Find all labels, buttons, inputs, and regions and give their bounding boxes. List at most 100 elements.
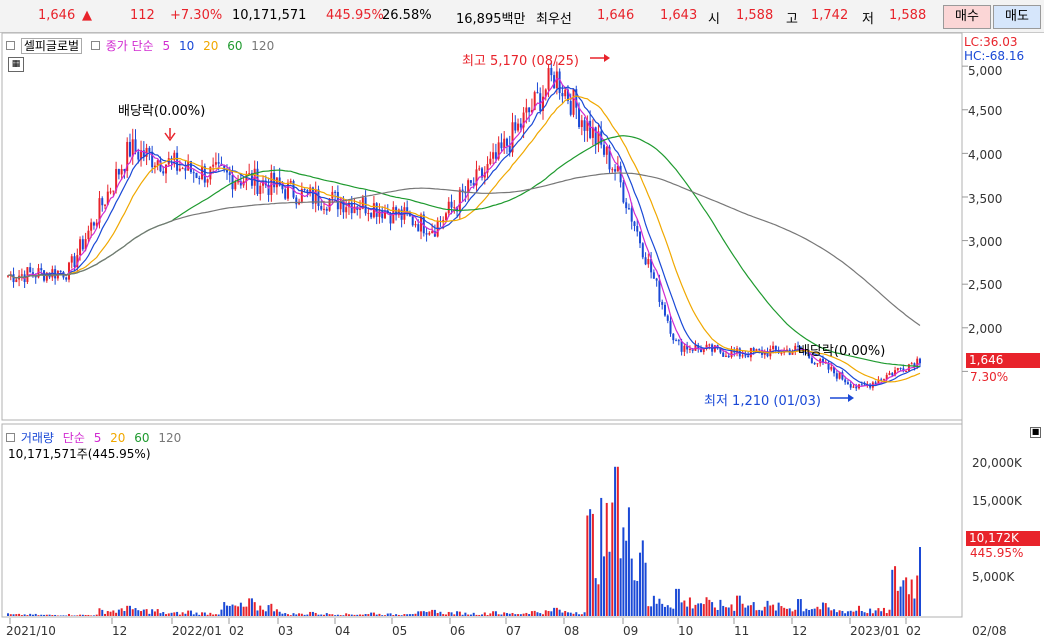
volume-bar [165, 614, 168, 616]
volume-bar [134, 608, 137, 616]
candle-body [580, 120, 583, 127]
candle-body [417, 224, 420, 232]
ma20-label: 20 [203, 39, 219, 53]
volume-bar [212, 614, 215, 616]
volume-bar [555, 607, 558, 616]
volume-bar [453, 614, 456, 616]
volume-bar [561, 612, 564, 616]
candle-body [15, 279, 18, 283]
candle-body [489, 158, 492, 165]
volume-bar [907, 594, 910, 616]
volume-bar [716, 609, 719, 616]
candle-body [237, 181, 240, 183]
candle-body [198, 177, 201, 180]
volume-bar [45, 614, 48, 616]
candle-body [178, 168, 181, 171]
stock-chart[interactable] [0, 0, 1044, 643]
volume-bar [54, 614, 57, 616]
volume-bar [533, 610, 536, 616]
current-volume-tag: 10,172K [966, 531, 1040, 546]
volume-bar [331, 614, 334, 616]
volume-info: 10,171,571주(445.95%) [8, 447, 151, 461]
y-label: 2,000 [968, 322, 1003, 336]
volume-bar [647, 606, 650, 616]
volume-legend-title: 거래량 [20, 431, 54, 445]
checkbox-icon[interactable] [90, 41, 100, 50]
volume-bar [273, 611, 276, 616]
volume-bar [846, 611, 849, 616]
volume-bar [733, 610, 736, 616]
volume-bar [56, 615, 59, 616]
volume-bar [356, 614, 359, 616]
checkbox-icon[interactable] [6, 41, 15, 50]
volume-bar [511, 612, 514, 616]
volume-bar [641, 540, 644, 616]
volume-bar [408, 614, 411, 616]
candle-body [81, 239, 84, 250]
volume-bar [736, 595, 739, 616]
volume-bar [503, 612, 506, 616]
close-icon[interactable]: ■ [1030, 427, 1041, 438]
volume-bar [67, 613, 70, 616]
volume-bar [625, 540, 628, 616]
candle-body [849, 384, 852, 388]
volume-bar [616, 466, 619, 616]
candle-body [774, 345, 777, 350]
volume-bar [184, 613, 187, 616]
volume-bar [835, 612, 838, 616]
candle-body [192, 172, 195, 174]
volume-bar [12, 614, 15, 616]
checkbox-icon[interactable] [6, 433, 15, 442]
dividend-annotation: 배당락(0.00%) [118, 104, 206, 119]
volume-bar [81, 614, 84, 616]
volume-bar [223, 602, 226, 616]
volume-bar [583, 612, 586, 616]
ma5-label: 5 [162, 39, 171, 53]
candle-body [20, 274, 23, 276]
candle-body [891, 373, 894, 376]
volume-bar [505, 613, 508, 616]
volume-bar [372, 612, 375, 616]
volume-bar [600, 497, 603, 616]
volume-bar [181, 612, 184, 616]
volume-bar [830, 610, 833, 616]
volume-bar [189, 610, 192, 616]
volume-bar [84, 614, 87, 616]
volume-bar [849, 610, 852, 616]
volume-bar [860, 610, 863, 616]
candle-body [284, 189, 287, 199]
candle-body [392, 207, 395, 224]
volume-bar [863, 612, 866, 616]
volume-bar [686, 606, 689, 616]
volume-bar [591, 513, 594, 616]
vol-y-label: 5,000K [972, 570, 1015, 584]
volume-bar [894, 566, 897, 616]
calendar-icon[interactable]: ▦ [8, 57, 24, 72]
stock-name[interactable]: 셀피글로벌 [20, 38, 83, 54]
volume-bar [802, 611, 805, 616]
candle-body [605, 147, 608, 155]
volume-bar [910, 579, 913, 616]
volume-bar [431, 609, 434, 616]
candle-body [367, 213, 370, 215]
volume-bar [264, 611, 267, 616]
candle-body [428, 232, 431, 235]
volume-bar [896, 590, 899, 616]
volume-bar [514, 614, 517, 616]
volume-bar [270, 603, 273, 616]
volume-bar [869, 608, 872, 616]
volume-bar [76, 615, 79, 616]
candle-body [910, 363, 913, 365]
volume-bar [347, 614, 350, 616]
volume-bar [650, 606, 653, 616]
x-label: 09 [623, 624, 639, 638]
volume-bar [131, 609, 134, 616]
volume-bar [195, 612, 198, 616]
volume-bar [231, 604, 234, 616]
candle-body [323, 208, 326, 210]
candle-body [772, 345, 775, 350]
candle-body [134, 139, 137, 152]
volume-bar [187, 610, 190, 616]
volume-bar [29, 613, 32, 616]
volume-bar [780, 606, 783, 616]
